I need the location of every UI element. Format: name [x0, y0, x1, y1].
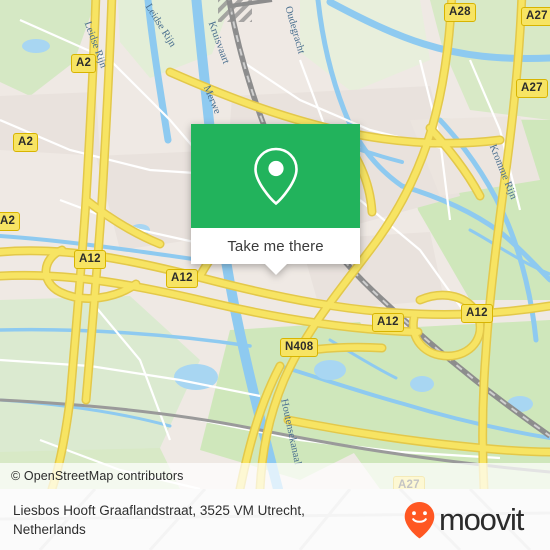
map-attribution[interactable]: © OpenStreetMap contributors	[0, 463, 550, 489]
destination-card[interactable]: Take me there	[191, 124, 360, 275]
highway-shield: N408	[280, 338, 319, 357]
address-text: Liesbos Hooft Graaflandstraat, 3525 VM U…	[13, 501, 403, 539]
map-page: Leidse Rijn Kruisvaart Oudegracht Leidse Ri…	[0, 0, 550, 550]
card-pointer-tail	[264, 264, 287, 275]
highway-shield: A12	[372, 313, 404, 332]
highway-shield: A12	[166, 269, 198, 288]
attribution-text: © OpenStreetMap contributors	[11, 469, 184, 483]
card-cta-label: Take me there	[227, 237, 324, 255]
card-image-area	[191, 124, 360, 228]
highway-shield: A28	[444, 3, 476, 22]
footer-content: Liesbos Hooft Graaflandstraat, 3525 VM U…	[0, 489, 550, 550]
highway-shield: A27	[521, 7, 550, 26]
address-line-2: Netherlands	[13, 521, 86, 537]
moovit-logo[interactable]: moovit	[403, 501, 524, 539]
highway-shield: A27	[516, 79, 548, 98]
highway-shield: A2	[71, 54, 97, 73]
highway-shield: A2	[0, 212, 21, 231]
moovit-wordmark: moovit	[439, 502, 524, 537]
map-canvas[interactable]: Leidse Rijn Kruisvaart Oudegracht Leidse Ri…	[0, 0, 550, 489]
footer-bar: Liesbos Hooft Graaflandstraat, 3525 VM U…	[0, 489, 550, 550]
moovit-pin-icon	[404, 501, 435, 538]
address-line-1: Liesbos Hooft Graaflandstraat, 3525 VM U…	[13, 502, 305, 518]
highway-shield: A2	[13, 133, 39, 152]
highway-shield: A12	[461, 304, 493, 323]
highway-shield: A12	[74, 250, 106, 269]
location-pin-icon	[253, 147, 298, 206]
card-cta[interactable]: Take me there	[191, 228, 360, 264]
